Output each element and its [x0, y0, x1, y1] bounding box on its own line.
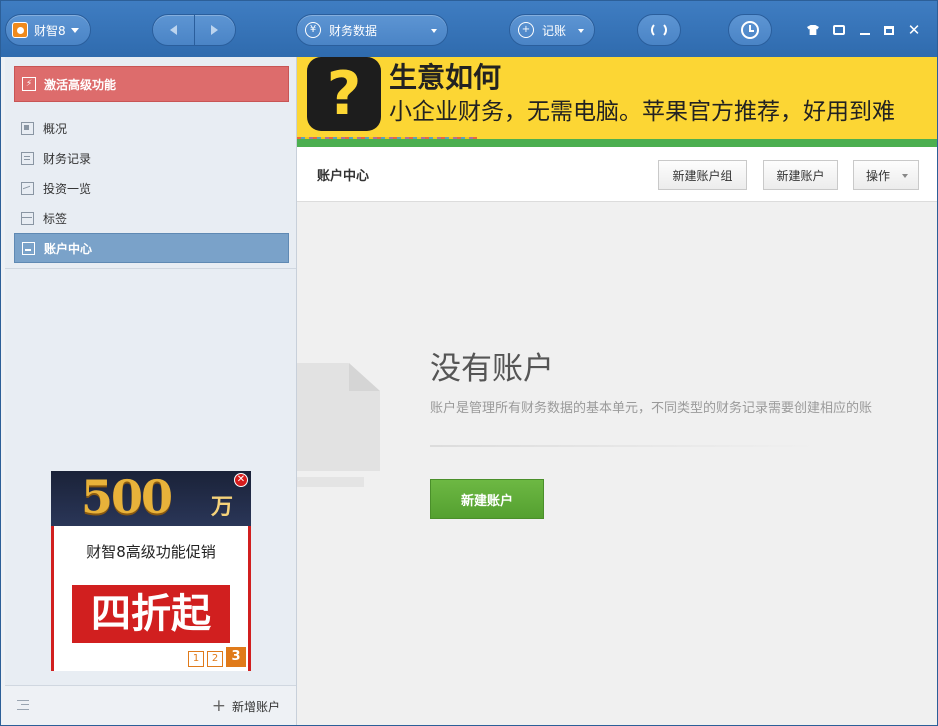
records-icon [21, 151, 34, 165]
banner-title: 生意如何 [389, 61, 502, 94]
overview-icon [21, 121, 34, 135]
record-menu[interactable]: + 记账 [509, 14, 595, 46]
accounts-icon [22, 241, 35, 255]
ad-banner[interactable]: ? 生意如何 小企业财务，无需电脑。苹果官方推荐，好用到难 [297, 57, 937, 147]
history-button[interactable] [728, 14, 772, 46]
empty-document-icon [297, 363, 380, 471]
plus-circle-icon: + [518, 22, 534, 38]
caret-down-icon [902, 174, 908, 178]
app-name: 财智8 [34, 23, 66, 38]
collapse-sidebar-icon[interactable] [17, 700, 29, 710]
investment-icon [21, 181, 34, 195]
clock-icon [741, 21, 759, 39]
tags-icon [21, 211, 34, 225]
shirt-icon [807, 25, 819, 35]
activate-premium-button[interactable]: ⚡ 激活高级功能 [14, 66, 289, 102]
operations-label: 操作 [865, 168, 890, 183]
close-button[interactable]: ✕ [906, 22, 922, 38]
promo-page-1[interactable]: 1 [188, 651, 204, 667]
close-ad-icon[interactable]: ✕ [234, 473, 248, 487]
sidebar: ⚡ 激活高级功能 概况 财务记录 投资一览 标签 账户中心 500 万 ✕ 财智… [5, 57, 297, 725]
finance-data-menu[interactable]: ¥ 财务数据 [296, 14, 448, 46]
sidebar-item-label: 账户中心 [44, 241, 93, 256]
empty-document-shadow [297, 477, 364, 487]
activate-label: 激活高级功能 [44, 77, 117, 92]
question-mark-icon: ? [326, 59, 362, 129]
sync-icon [651, 22, 667, 38]
finance-data-label: 财务数据 [329, 23, 378, 38]
promo-highlight: 四折起 [72, 585, 230, 643]
banner-stripe [297, 139, 937, 147]
page-toolbar: 账户中心 新建账户组 新建账户 操作 [297, 147, 937, 202]
arrow-left-icon [169, 25, 177, 35]
maximize-button[interactable] [881, 22, 897, 38]
empty-state-title: 没有账户 [430, 351, 554, 387]
empty-state-divider [430, 445, 820, 447]
message-icon [833, 25, 845, 35]
maximize-icon [884, 25, 894, 35]
promo-pager: 1 2 3 [188, 647, 246, 667]
banner-subtitle: 小企业财务，无需电脑。苹果官方推荐，好用到难 [389, 99, 895, 125]
sidebar-item-accounts[interactable]: 账户中心 [14, 233, 289, 263]
arrow-right-icon [211, 25, 219, 35]
app-menu-button[interactable]: 财智8 [5, 14, 91, 46]
lightning-icon: ⚡ [22, 77, 36, 91]
back-button[interactable] [153, 15, 194, 45]
caret-down-icon [70, 27, 79, 33]
promo-title: 财智8高级功能促销 [86, 543, 216, 561]
title-bar: 财智8 ¥ 财务数据 + 记账 ✕ [1, 1, 937, 57]
new-account-button[interactable]: 新建账户 [763, 160, 838, 190]
main-content: ? 生意如何 小企业财务，无需电脑。苹果官方推荐，好用到难 账户中心 新建账户组… [297, 57, 937, 725]
page-title: 账户中心 [317, 169, 370, 184]
add-account-label: 新增账户 [231, 700, 280, 714]
history-nav [152, 14, 236, 46]
record-label: 记账 [542, 23, 567, 38]
caret-down-icon [431, 29, 437, 33]
promo-header: 500 万 ✕ [51, 471, 251, 526]
operations-menu-button[interactable]: 操作 [853, 160, 919, 190]
forward-button[interactable] [193, 15, 235, 45]
sync-button[interactable] [637, 14, 681, 46]
sidebar-item-label: 概况 [43, 121, 68, 136]
skin-button[interactable] [805, 22, 821, 38]
sidebar-item-label: 投资一览 [43, 181, 92, 196]
promo-unit: 万 [211, 495, 234, 520]
caret-down-icon [578, 29, 584, 33]
sidebar-item-label: 标签 [43, 211, 68, 226]
message-button[interactable] [831, 22, 847, 38]
empty-state-description: 账户是管理所有财务数据的基本单元，不同类型的财务记录需要创建相应的账 [430, 401, 873, 416]
new-account-group-button[interactable]: 新建账户组 [658, 160, 747, 190]
sidebar-item-overview[interactable]: 概况 [14, 113, 289, 143]
app-logo-icon [12, 22, 28, 38]
create-account-button[interactable]: 新建账户 [430, 479, 544, 519]
minimize-icon [860, 33, 870, 35]
minimize-button[interactable] [857, 22, 873, 38]
sidebar-item-label: 财务记录 [43, 151, 92, 166]
promo-page-3[interactable]: 3 [226, 647, 246, 667]
sidebar-footer: + 新增账户 [5, 685, 296, 725]
sidebar-divider [5, 268, 296, 269]
sidebar-item-records[interactable]: 财务记录 [14, 143, 289, 173]
sidebar-item-investment[interactable]: 投资一览 [14, 173, 289, 203]
yen-icon: ¥ [305, 22, 321, 38]
promo-page-2[interactable]: 2 [207, 651, 223, 667]
sidebar-nav: 概况 财务记录 投资一览 标签 账户中心 [14, 113, 289, 263]
add-account-button[interactable]: + 新增账户 [212, 698, 280, 715]
empty-document-fold [349, 363, 380, 391]
promo-number: 500 [81, 471, 173, 524]
promo-ad[interactable]: 500 万 ✕ 财智8高级功能促销 四折起 1 2 3 [51, 471, 251, 671]
sidebar-item-tags[interactable]: 标签 [14, 203, 289, 233]
close-icon: ✕ [907, 20, 921, 39]
plus-icon: + [211, 696, 226, 716]
app-window: 财智8 ¥ 财务数据 + 记账 ✕ ⚡ 激活高级功能 概况 财务记录 投资一览 … [0, 0, 938, 726]
